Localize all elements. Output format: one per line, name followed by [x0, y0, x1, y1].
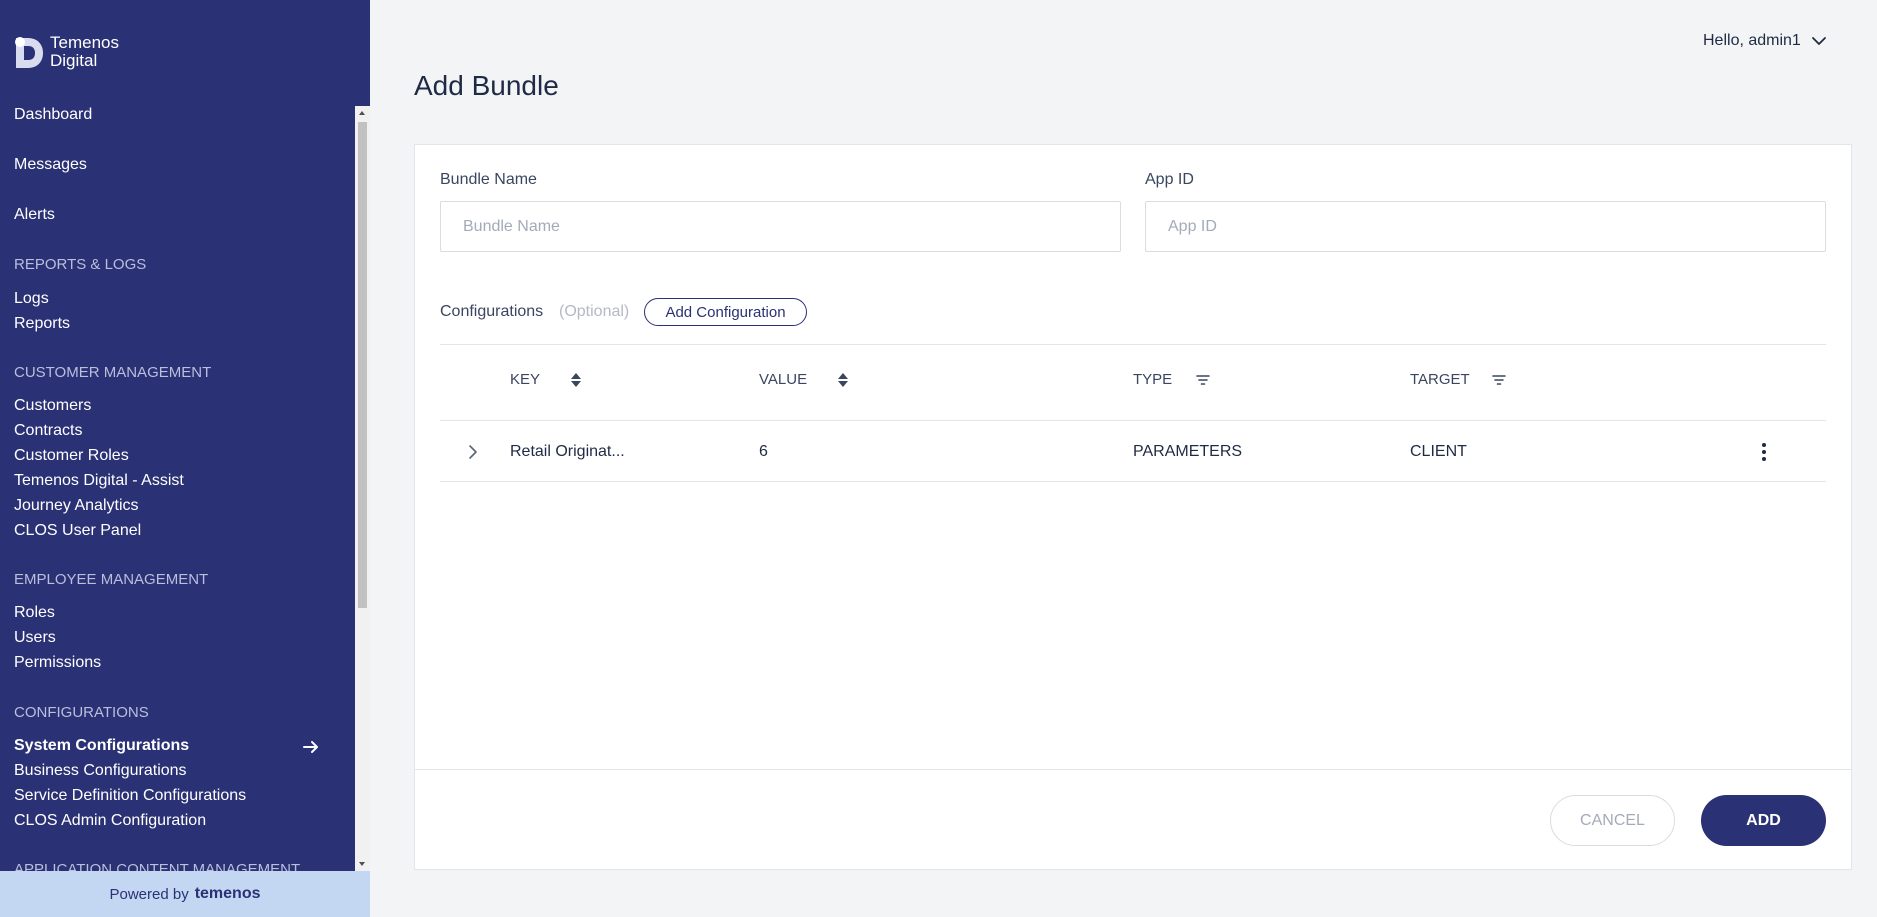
bundle-name-label: Bundle Name — [440, 171, 537, 188]
row-key: Retail Originat... — [510, 443, 625, 460]
column-header-value[interactable]: VALUE — [759, 371, 807, 388]
temenos-digital-logo[interactable]: Temenos Digital — [14, 34, 119, 70]
cancel-button[interactable]: CANCEL — [1550, 795, 1675, 846]
row-target: CLIENT — [1410, 443, 1467, 460]
table-header-divider — [440, 420, 1826, 421]
more-options-icon[interactable] — [1758, 441, 1770, 463]
scroll-down-arrow-icon[interactable] — [359, 862, 365, 866]
scroll-thumb[interactable] — [358, 122, 367, 608]
sidebar-item-temenos-digital-assist[interactable]: Temenos Digital - Assist — [14, 472, 184, 490]
table-top-divider — [440, 344, 1826, 345]
sidebar-item-messages[interactable]: Messages — [14, 156, 87, 174]
chevron-right-icon[interactable] — [466, 443, 480, 461]
logo-line1: Temenos — [50, 33, 119, 52]
sidebar-item-customer-roles[interactable]: Customer Roles — [14, 447, 129, 465]
column-header-target[interactable]: TARGET — [1410, 371, 1470, 388]
table-row-divider — [440, 481, 1826, 482]
configurations-label: Configurations — [440, 303, 544, 320]
app-id-input[interactable] — [1145, 201, 1826, 252]
scroll-up-arrow-icon[interactable] — [359, 111, 365, 115]
user-greeting: Hello, admin1 — [1703, 32, 1801, 49]
sidebar-item-clos-user-panel[interactable]: CLOS User Panel — [14, 522, 141, 540]
sort-value-icon[interactable] — [836, 371, 850, 389]
user-menu[interactable]: Hello, admin1 — [1703, 32, 1827, 50]
sidebar-item-permissions[interactable]: Permissions — [14, 654, 101, 672]
section-heading-configurations: CONFIGURATIONS — [14, 704, 149, 721]
add-configuration-button[interactable]: Add Configuration — [644, 298, 807, 326]
page-title: Add Bundle — [414, 70, 559, 101]
add-bundle-card: Bundle Name App ID Configurations (Optio… — [414, 144, 1852, 870]
sidebar-item-dashboard[interactable]: Dashboard — [14, 106, 92, 124]
filter-type-icon[interactable] — [1196, 371, 1210, 389]
section-heading-reports-logs: REPORTS & LOGS — [14, 256, 147, 273]
bundle-name-input[interactable] — [440, 201, 1121, 252]
column-header-type[interactable]: TYPE — [1133, 371, 1172, 388]
add-button[interactable]: ADD — [1701, 795, 1826, 846]
sort-key-icon[interactable] — [569, 371, 583, 389]
powered-by-label: Powered by — [109, 885, 189, 903]
sidebar-nav: Dashboard Messages Alerts REPORTS & LOGS… — [0, 106, 355, 871]
sidebar-scrollbar[interactable] — [355, 106, 370, 871]
logo-text: Temenos Digital — [50, 34, 119, 70]
column-header-key[interactable]: KEY — [510, 371, 540, 388]
sidebar-item-logs[interactable]: Logs — [14, 290, 49, 308]
sidebar-item-business-configurations[interactable]: Business Configurations — [14, 762, 187, 780]
arrow-right-icon — [302, 738, 320, 756]
sidebar-item-roles[interactable]: Roles — [14, 604, 55, 622]
logo-line2: Digital — [50, 51, 98, 70]
sidebar-item-customers[interactable]: Customers — [14, 397, 91, 415]
section-heading-application-content-management: APPLICATION CONTENT MANAGEMENT — [14, 861, 301, 871]
sidebar-item-contracts[interactable]: Contracts — [14, 422, 82, 440]
sidebar-item-alerts[interactable]: Alerts — [14, 206, 55, 224]
sidebar-item-journey-analytics[interactable]: Journey Analytics — [14, 497, 139, 515]
filter-target-icon[interactable] — [1492, 371, 1506, 389]
section-heading-employee-management: EMPLOYEE MANAGEMENT — [14, 571, 209, 588]
row-value: 6 — [759, 443, 768, 460]
logo-mark-icon — [14, 34, 44, 70]
sidebar-item-system-configurations[interactable]: System Configurations — [14, 737, 189, 755]
footer-divider — [415, 769, 1851, 770]
row-type: PARAMETERS — [1133, 443, 1243, 460]
chevron-down-icon — [1811, 33, 1827, 49]
configurations-optional-label: (Optional) — [559, 303, 630, 320]
app-id-label: App ID — [1145, 171, 1194, 188]
sidebar-item-service-definition-configurations[interactable]: Service Definition Configurations — [14, 787, 246, 805]
section-heading-customer-management: CUSTOMER MANAGEMENT — [14, 364, 212, 381]
sidebar-item-users[interactable]: Users — [14, 629, 56, 647]
temenos-wordmark: temenos — [194, 885, 261, 902]
sidebar-item-clos-admin-configuration[interactable]: CLOS Admin Configuration — [14, 812, 206, 830]
sidebar: Temenos Digital Dashboard Messages Alert… — [0, 0, 370, 917]
sidebar-item-reports[interactable]: Reports — [14, 315, 70, 333]
powered-by-footer: Powered by temenos — [0, 871, 370, 917]
